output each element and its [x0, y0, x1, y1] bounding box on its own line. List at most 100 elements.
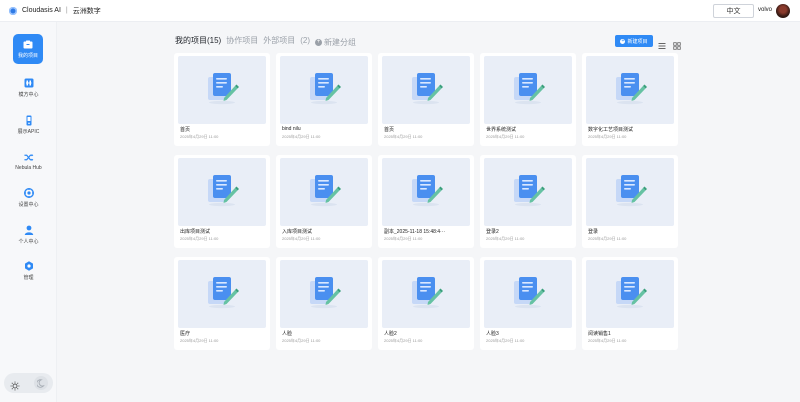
sidebar-item-label: 模方中心 [18, 92, 39, 98]
project-card[interactable]: bind nilu 2025年4月29日 11:00 [276, 53, 372, 146]
plus-circle-icon: + [620, 37, 626, 44]
project-name: 阅读销售1 [588, 331, 611, 337]
project-name: 人脸2 [384, 331, 397, 337]
project-date: 2025年4月29日 11:00 [384, 134, 423, 139]
grid-view-icon[interactable] [673, 37, 681, 50]
tab-my-projects[interactable]: 我的项目(15) [175, 35, 221, 46]
top-bar: Cloudasis AI | 云洲数字 中文 volvo [0, 0, 800, 22]
project-thumbnail [280, 56, 368, 124]
project-thumbnail [586, 158, 674, 226]
project-thumbnail [178, 158, 266, 226]
project-date: 2025年4月29日 11:00 [180, 338, 219, 343]
sidebar-item-label: 个人中心 [18, 239, 39, 245]
project-thumbnail [586, 56, 674, 124]
avatar[interactable] [776, 4, 790, 18]
project-thumbnail [484, 56, 572, 124]
sun-icon[interactable] [10, 378, 20, 391]
project-date: 2025年4月29日 11:00 [384, 338, 423, 343]
sidebar-item-admin[interactable]: 管理 [0, 261, 57, 281]
project-date: 2025年4月29日 11:00 [486, 134, 525, 139]
project-date: 2025年4月29日 11:00 [588, 338, 627, 343]
project-thumbnail [382, 260, 470, 328]
project-tabs: 我的项目(15) 协作项目 外部项目 (2) + 新建分组 [175, 35, 356, 48]
project-card[interactable]: 数字化工艺项目测试 2025年4月29日 11:00 [582, 53, 678, 146]
document-edit-icon [510, 173, 546, 212]
main-content: 我的项目(15) 协作项目 外部项目 (2) + 新建分组 + 新建项目 首页 … [57, 22, 800, 402]
project-name: 首页 [384, 127, 395, 133]
sidebar-item-my-projects[interactable]: 我的项目 [13, 34, 43, 64]
project-name: 人脸 [282, 331, 293, 337]
moon-icon[interactable] [34, 376, 48, 390]
document-edit-icon [612, 71, 648, 110]
project-card[interactable]: 登录2 2025年4月29日 11:00 [480, 155, 576, 248]
project-thumbnail [178, 260, 266, 328]
project-thumbnail [280, 260, 368, 328]
external-count: (2) [300, 36, 311, 45]
project-name: 入库项目测试 [282, 229, 313, 235]
project-card[interactable]: 副本_2025-11-18 15:48:4··· 2025年4月29日 11:0… [378, 155, 474, 248]
project-card[interactable]: 人脸2 2025年4月29日 11:00 [378, 257, 474, 350]
document-edit-icon [204, 71, 240, 110]
user-name[interactable]: volvo [758, 7, 772, 13]
model-hub-icon [24, 78, 34, 88]
tab-collab-projects[interactable]: 协作项目 [226, 35, 258, 46]
language-button[interactable]: 中文 [713, 4, 754, 18]
new-group-button[interactable]: + 新建分组 [315, 37, 356, 48]
plus-circle-icon: + [315, 39, 323, 46]
project-date: 2025年4月29日 11:00 [282, 338, 321, 343]
document-edit-icon [408, 275, 444, 314]
project-date: 2025年4月29日 11:00 [384, 236, 423, 241]
document-edit-icon [510, 275, 546, 314]
project-date: 2025年4月29日 11:00 [588, 236, 627, 241]
brand-name: Cloudasis AI [22, 7, 61, 14]
project-card[interactable]: 入库项目测试 2025年4月29日 11:00 [276, 155, 372, 248]
project-card[interactable]: 人脸3 2025年4月29日 11:00 [480, 257, 576, 350]
project-card[interactable]: 出库项目测试 2025年4月29日 11:00 [174, 155, 270, 248]
project-date: 2025年4月29日 11:00 [180, 236, 219, 241]
sidebar-item-label: 展示APIC [17, 129, 40, 135]
person-icon [24, 225, 34, 235]
project-card[interactable]: 世界系统测试 2025年4月29日 11:00 [480, 53, 576, 146]
document-edit-icon [408, 71, 444, 110]
list-view-icon[interactable] [658, 37, 666, 49]
sidebar-item-personal-center[interactable]: 个人中心 [0, 225, 57, 245]
project-card[interactable]: 人脸 2025年4月29日 11:00 [276, 257, 372, 350]
sidebar-item-label: Nebula Hub [15, 165, 42, 171]
project-date: 2025年4月29日 11:00 [282, 236, 321, 241]
project-name: 副本_2025-11-18 15:48:4··· [384, 229, 446, 235]
project-card[interactable]: 医疗 2025年4月29日 11:00 [174, 257, 270, 350]
project-card[interactable]: 首页 2025年4月29日 11:00 [378, 53, 474, 146]
sidebar-item-nebula-hub[interactable]: Nebula Hub [0, 152, 57, 171]
project-name: 世界系统测试 [486, 127, 517, 133]
org-name[interactable]: 云洲数字 [73, 6, 101, 16]
theme-toggle[interactable] [4, 373, 53, 393]
project-name: 出库项目测试 [180, 229, 211, 235]
cloudasis-logo-icon [9, 6, 17, 15]
document-edit-icon [408, 173, 444, 212]
sidebar-item-settings-center[interactable]: 设置中心 [0, 188, 57, 208]
project-name: 登录2 [486, 229, 499, 235]
project-card[interactable]: 阅读销售1 2025年4月29日 11:00 [582, 257, 678, 350]
sidebar-item-label: 设置中心 [18, 202, 39, 208]
project-card[interactable]: 登录 2025年4月29日 11:00 [582, 155, 678, 248]
project-thumbnail [280, 158, 368, 226]
sidebar-item-model-center[interactable]: 模方中心 [0, 78, 57, 98]
document-edit-icon [510, 71, 546, 110]
tab-external-projects[interactable]: 外部项目 [263, 35, 295, 46]
project-thumbnail [382, 158, 470, 226]
display-device-icon [24, 115, 34, 125]
project-name: 数字化工艺项目测试 [588, 127, 634, 133]
folder-icon [23, 40, 33, 50]
header-separator: | [65, 7, 68, 14]
project-thumbnail [382, 56, 470, 124]
document-edit-icon [612, 275, 648, 314]
new-project-label: 新建项目 [627, 38, 648, 45]
project-date: 2025年4月29日 11:00 [486, 338, 525, 343]
sidebar-item-label: 我的项目 [17, 52, 38, 59]
project-card[interactable]: 首页 2025年4月29日 11:00 [174, 53, 270, 146]
sidebar-item-label: 管理 [23, 275, 34, 281]
settings-icon [23, 188, 34, 198]
new-project-button[interactable]: + 新建项目 [615, 35, 653, 47]
sidebar-item-display-apic[interactable]: 展示APIC [0, 115, 57, 135]
project-thumbnail [178, 56, 266, 124]
